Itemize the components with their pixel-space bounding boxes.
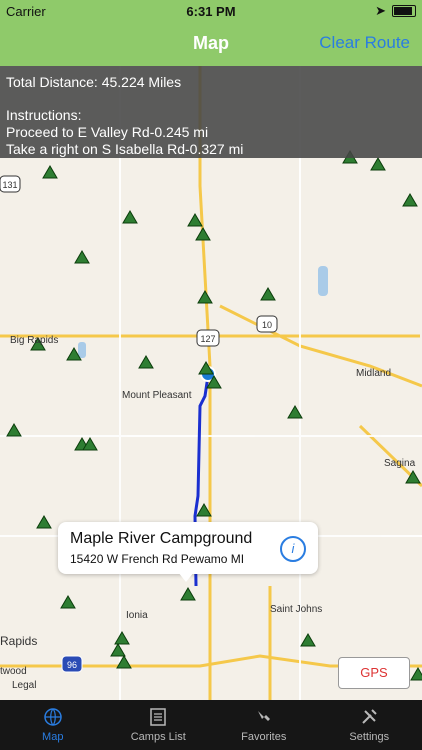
place-saginaw: Sagina <box>384 458 416 469</box>
callout-title: Maple River Campground <box>70 530 253 547</box>
place-twood: twood <box>0 666 27 677</box>
tab-bar: Map Camps List Favorites Settings <box>0 700 422 750</box>
favorites-icon <box>257 711 270 721</box>
gps-button[interactable]: GPS <box>338 657 410 689</box>
legal-link[interactable]: Legal <box>12 680 36 691</box>
settings-icon <box>362 709 377 724</box>
clear-route-button[interactable]: Clear Route <box>319 33 410 53</box>
callout-address: 15420 W French Rd Pewamo MI <box>70 552 245 566</box>
tab-label: Map <box>42 731 64 743</box>
callout-tail <box>178 572 194 582</box>
navigation-bar: Map Clear Route <box>0 22 422 66</box>
place-ionia: Ionia <box>126 610 148 621</box>
place-midland: Midland <box>356 368 392 379</box>
battery-icon <box>392 5 416 17</box>
clock: 6:31 PM <box>186 4 236 19</box>
tab-settings[interactable]: Settings <box>317 700 422 750</box>
place-big-rapids: Big Rapids <box>10 335 59 346</box>
status-bar: Carrier 6:31 PM ➤ <box>0 0 422 22</box>
info-icon[interactable]: i <box>280 536 306 562</box>
instruction-step: Proceed to E Valley Rd-0.245 mi <box>6 124 209 140</box>
instruction-step: Take a right on S Isabella Rd-0.327 mi <box>6 141 244 157</box>
tab-label: Favorites <box>241 731 287 743</box>
route-info-panel: Total Distance: 45.224 Miles Instruction… <box>0 66 422 158</box>
place-mount-pleasant: Mount Pleasant <box>122 390 192 401</box>
tab-favorites[interactable]: Favorites <box>211 700 317 750</box>
shield-127: 127 <box>200 334 215 344</box>
tab-label: Settings <box>349 731 390 743</box>
shield-10: 10 <box>262 320 272 330</box>
tab-label: Camps List <box>130 731 186 743</box>
place-saint-johns: Saint Johns <box>270 604 323 615</box>
campground-callout[interactable]: Maple River Campground 15420 W French Rd… <box>58 522 318 582</box>
map-canvas: 131 127 10 96 69 <box>0 66 422 700</box>
shield-96: 96 <box>67 660 77 670</box>
tab-camps-list[interactable]: Camps List <box>106 700 212 750</box>
place-rapids: Rapids <box>0 634 38 648</box>
location-arrow-icon: ➤ <box>375 3 386 18</box>
shield-131: 131 <box>2 180 17 190</box>
status-icons: ➤ <box>375 3 416 19</box>
map-view[interactable]: 131 127 10 96 69 Big Rapids Mount Pleasa… <box>0 66 422 700</box>
tab-map[interactable]: Map <box>0 700 106 750</box>
list-icon <box>150 708 166 726</box>
instructions-label: Instructions: <box>6 107 82 123</box>
globe-icon <box>44 708 62 726</box>
total-distance: Total Distance: 45.224 Miles <box>6 74 182 90</box>
